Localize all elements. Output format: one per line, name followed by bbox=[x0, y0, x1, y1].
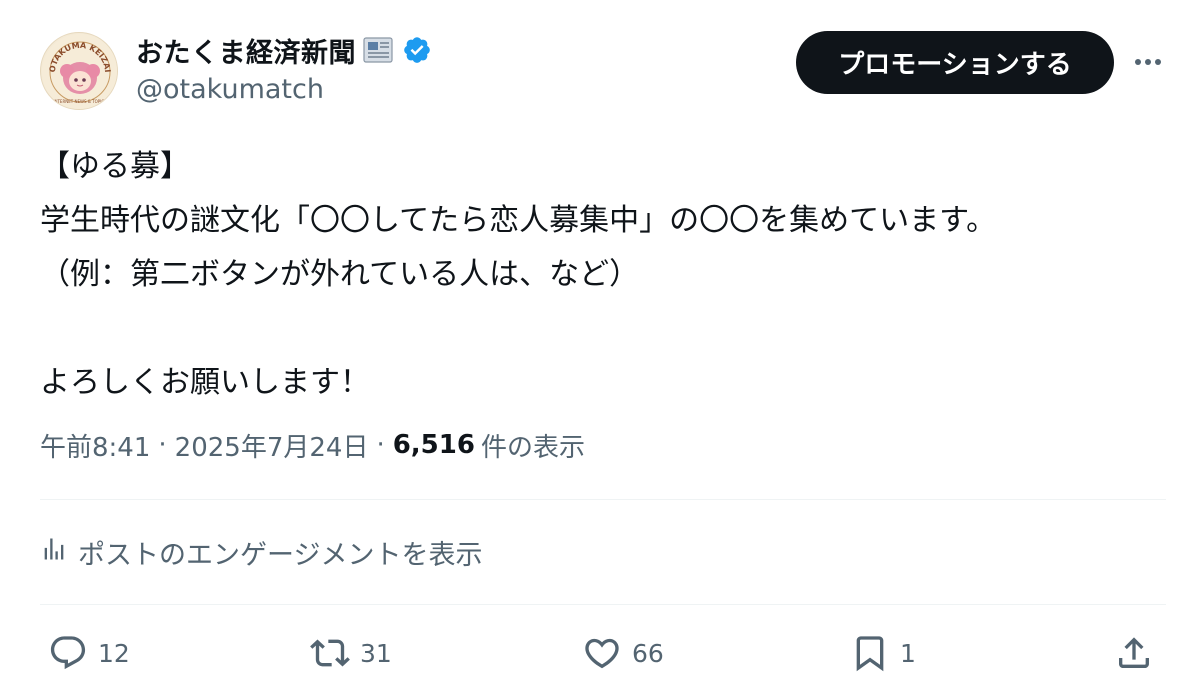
tweet-text-line: 【ゆる募】 bbox=[40, 149, 190, 184]
analytics-icon bbox=[40, 535, 68, 570]
author-name-row[interactable]: おたくま経済新聞 bbox=[136, 28, 432, 72]
repost-icon bbox=[310, 639, 350, 667]
views-count: 6,516 bbox=[392, 430, 475, 460]
reply-button[interactable]: 12 bbox=[48, 622, 130, 684]
reply-count: 12 bbox=[98, 638, 130, 668]
avatar-image: OTAKUMA KEIZAI INTERNET NEWS & TOPICS bbox=[42, 34, 117, 109]
heart-icon bbox=[585, 638, 619, 669]
more-dot bbox=[1155, 59, 1161, 65]
repost-count: 31 bbox=[360, 638, 392, 668]
more-dot bbox=[1145, 59, 1151, 65]
avatar-bottom-text: INTERNET NEWS & TOPICS bbox=[53, 99, 107, 104]
bookmark-button[interactable]: 1 bbox=[850, 622, 916, 684]
tweet-card: OTAKUMA KEIZAI INTERNET NEWS & TOPICS おた… bbox=[0, 0, 1200, 694]
like-count: 66 bbox=[632, 638, 664, 668]
tweet-text-line: 学生時代の謎文化「〇〇してたら恋人募集中」の〇〇を集めています。 bbox=[40, 203, 997, 238]
tweet-text-line: （例：第二ボタンが外れている人は、など） bbox=[40, 257, 640, 292]
tweet-time[interactable]: 午前8:41 bbox=[40, 427, 150, 464]
divider bbox=[40, 604, 1166, 605]
bookmark-count: 1 bbox=[900, 638, 916, 668]
avatar[interactable]: OTAKUMA KEIZAI INTERNET NEWS & TOPICS bbox=[40, 32, 118, 110]
view-engagement-label: ポストのエンゲージメントを表示 bbox=[78, 539, 483, 571]
tweet-text: 【ゆる募】 学生時代の謎文化「〇〇してたら恋人募集中」の〇〇を集めています。 （… bbox=[40, 140, 1160, 410]
tweet-text-line bbox=[40, 302, 1160, 356]
meta-separator: · bbox=[376, 430, 385, 460]
verified-badge-icon[interactable] bbox=[402, 35, 432, 65]
view-engagement-link[interactable]: ポストのエンゲージメントを表示 bbox=[40, 528, 482, 576]
divider bbox=[40, 499, 1166, 500]
more-horizontal-icon[interactable] bbox=[1128, 44, 1168, 80]
views-label: 件の表示 bbox=[480, 432, 585, 463]
author-display-name[interactable]: おたくま経済新聞 bbox=[136, 31, 356, 70]
reply-icon bbox=[50, 636, 86, 670]
action-bar: 12 31 66 1 bbox=[0, 622, 1200, 684]
more-dot bbox=[1135, 59, 1141, 65]
bookmark-icon bbox=[856, 636, 884, 672]
author-handle[interactable]: @otakumatch bbox=[136, 74, 324, 105]
meta-separator: · bbox=[158, 430, 167, 460]
tweet-meta: 午前8:41 · 2025年7月24日 · 6,516 件の表示 bbox=[40, 420, 585, 470]
newspaper-icon bbox=[362, 35, 396, 65]
repost-button[interactable]: 31 bbox=[310, 622, 392, 684]
tweet-date[interactable]: 2025年7月24日 bbox=[175, 427, 369, 464]
promote-button[interactable]: プロモーションする bbox=[796, 31, 1114, 94]
share-icon bbox=[1119, 637, 1149, 668]
like-button[interactable]: 66 bbox=[582, 622, 664, 684]
share-button[interactable] bbox=[1114, 622, 1154, 684]
tweet-text-line: よろしくお願いします！ bbox=[40, 365, 370, 400]
